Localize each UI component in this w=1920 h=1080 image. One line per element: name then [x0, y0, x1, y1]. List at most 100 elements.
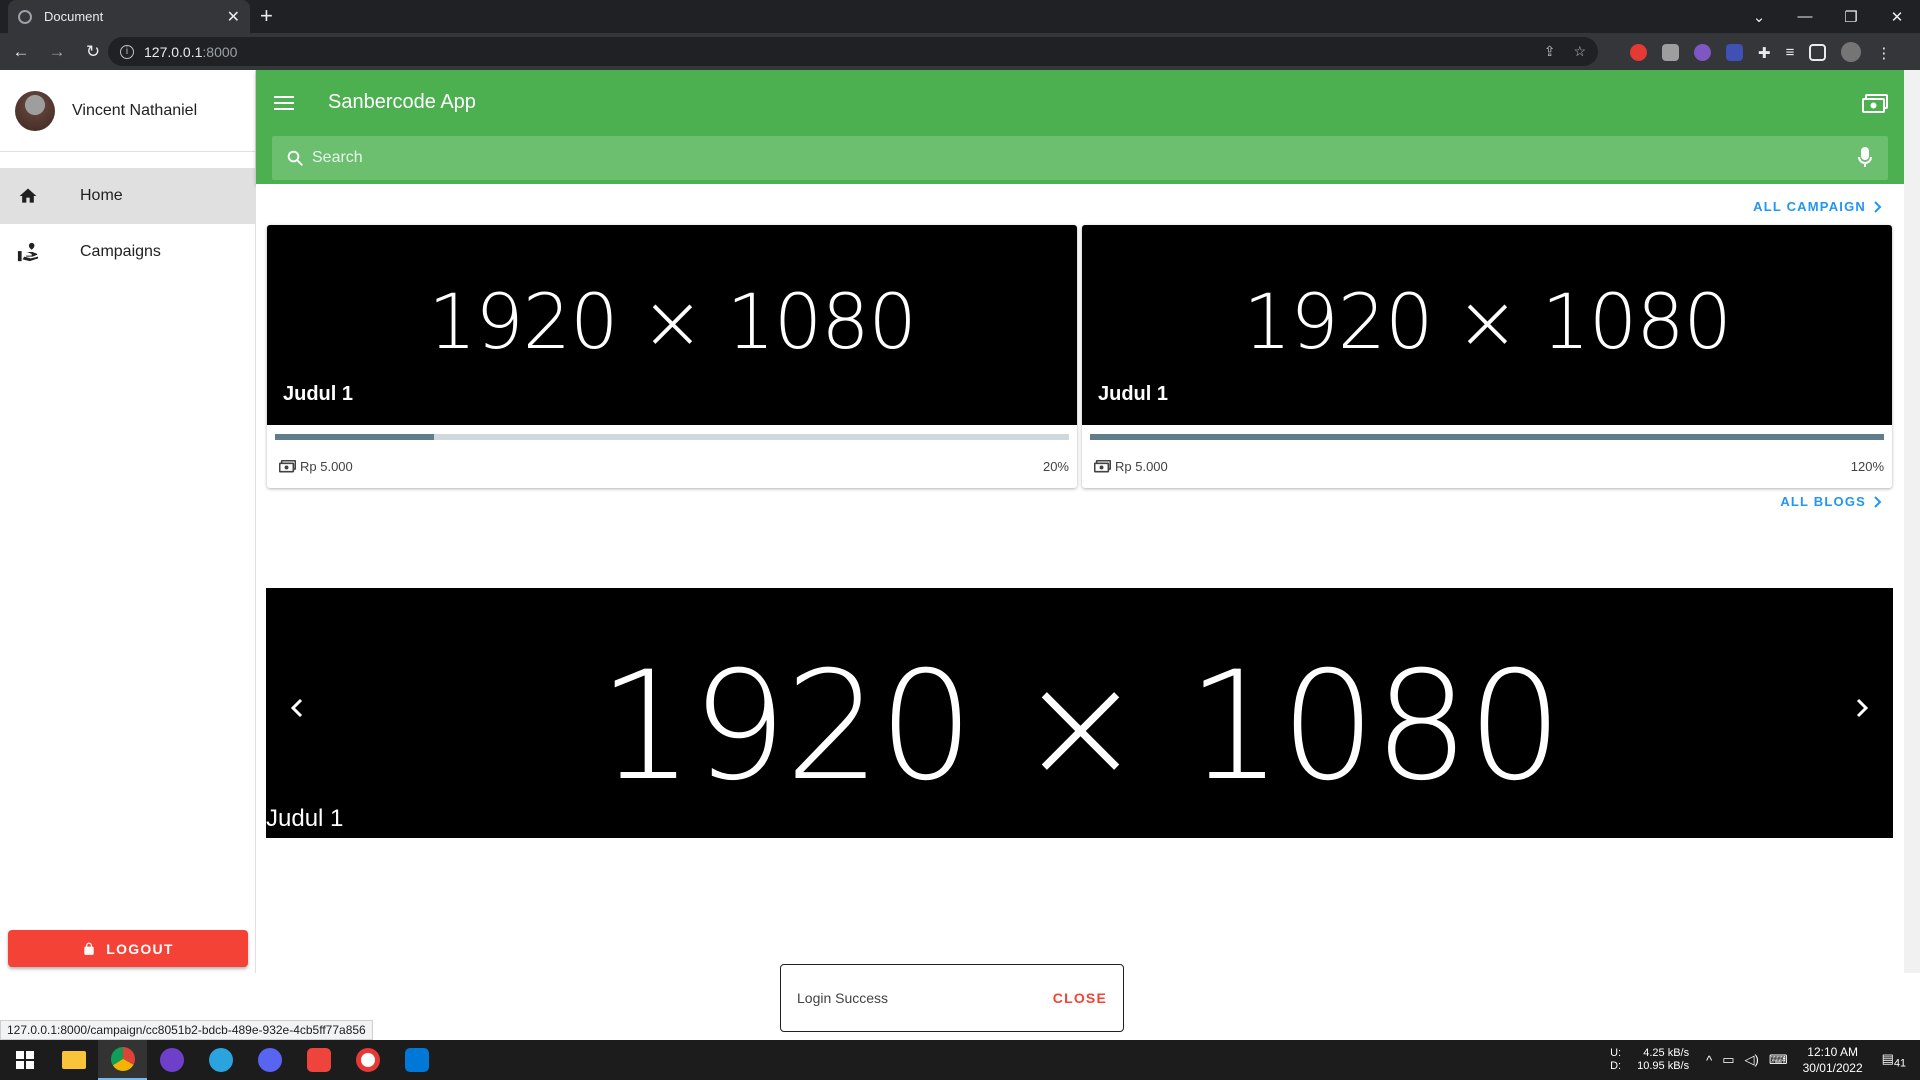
reading-list-icon[interactable]: ≡ — [1786, 44, 1795, 61]
logout-button[interactable]: LOGOUT — [8, 930, 248, 967]
close-window-button[interactable]: ✕ — [1874, 8, 1920, 26]
address-bar[interactable]: i 127.0.0.1 :8000 ⇪ ☆ — [108, 37, 1598, 66]
carousel-prev-button[interactable] — [290, 698, 304, 718]
bookmark-star-icon[interactable]: ☆ — [1573, 43, 1586, 60]
windows-start-button[interactable] — [0, 1040, 49, 1080]
login-snackbar: Login Success CLOSE — [780, 964, 1124, 1032]
extension-purple-icon[interactable] — [1694, 43, 1711, 61]
telegram-icon[interactable] — [196, 1040, 245, 1080]
navigation-drawer: Vincent Nathaniel Home Campaigns LOGOUT — [0, 70, 256, 973]
extensions-bar: ✚ ≡ ⋮ — [1630, 42, 1891, 62]
campaign-percentage: 20% — [1042, 459, 1069, 474]
cash-icon[interactable] — [1862, 94, 1888, 114]
profile-avatar-icon[interactable] — [1841, 42, 1862, 62]
file-explorer-icon[interactable] — [49, 1040, 98, 1080]
sidebar-item-label: Home — [80, 187, 123, 204]
screen-recorder-icon[interactable] — [343, 1040, 392, 1080]
upload-label: U: — [1610, 1047, 1622, 1059]
minimize-button[interactable]: — — [1782, 8, 1828, 25]
cash-icon — [279, 460, 296, 473]
network-icon[interactable]: ▭ — [1722, 1052, 1734, 1068]
url-host: 127.0.0.1 — [144, 43, 203, 60]
volume-icon[interactable]: ◁) — [1745, 1052, 1759, 1068]
sidebar-item-label: Campaigns — [80, 243, 161, 260]
network-speed: U: 4.25 kB/s D: 10.95 kB/s — [1610, 1047, 1689, 1073]
url-port: :8000 — [202, 43, 238, 60]
share-icon[interactable]: ⇪ — [1544, 43, 1556, 60]
globe-icon — [18, 9, 32, 24]
all-campaign-label: ALL CAMPAIGN — [1753, 199, 1866, 214]
search-icon — [286, 149, 304, 167]
blog-title: Judul 1 — [266, 805, 344, 832]
hamburger-menu-icon[interactable] — [274, 94, 296, 112]
page-scrollbar[interactable] — [1904, 70, 1920, 973]
extension-red-icon[interactable] — [1630, 43, 1647, 61]
logout-label: LOGOUT — [106, 940, 174, 957]
forward-button[interactable]: → — [42, 42, 72, 62]
image-placeholder-text: 1920 × 1080 — [428, 277, 917, 366]
download-speed: 10.95 kB/s — [1637, 1060, 1690, 1072]
campaign-title: Judul 1 — [1098, 383, 1169, 405]
clock-time: 12:10 AM — [1807, 1045, 1858, 1059]
browser-toolbar: ← → ↻ i 127.0.0.1 :8000 ⇪ ☆ ✚ ≡ ⋮ — [0, 33, 1920, 70]
campaign-title: Judul 1 — [283, 383, 354, 405]
campaign-image: 1920 × 1080 Judul 1 — [1082, 225, 1892, 425]
github-desktop-icon[interactable] — [147, 1040, 196, 1080]
menu-kebab-icon[interactable]: ⋮ — [1876, 44, 1891, 62]
cash-icon — [1094, 460, 1111, 473]
anydesk-icon[interactable] — [294, 1040, 343, 1080]
vscode-icon[interactable] — [392, 1040, 441, 1080]
reload-button[interactable]: ↻ — [78, 42, 108, 62]
discord-icon[interactable] — [245, 1040, 294, 1080]
browser-tab-strip: Document ✕ + ⌄ — ❐ ✕ — [0, 0, 1920, 33]
new-tab-button[interactable]: + — [260, 3, 273, 29]
restore-button[interactable]: ❐ — [1828, 8, 1874, 26]
campaign-card[interactable]: 1920 × 1080 Judul 1 Rp 5.000 120% — [1082, 225, 1892, 488]
campaign-amount: Rp 5.000 — [300, 459, 353, 474]
chrome-icon[interactable] — [98, 1040, 147, 1080]
snackbar-close-button[interactable]: CLOSE — [1053, 990, 1107, 1006]
chevron-right-icon — [1874, 200, 1882, 213]
puzzle-icon[interactable]: ✚ — [1758, 44, 1771, 62]
image-placeholder-text: 1920 × 1080 — [1243, 277, 1732, 366]
search-bar[interactable]: Search — [272, 136, 1888, 180]
download-label: D: — [1610, 1060, 1622, 1072]
notification-center-icon[interactable]: ▤41 — [1882, 1051, 1906, 1070]
progress-fill — [1090, 434, 1884, 440]
user-name: Vincent Nathaniel — [72, 101, 198, 119]
campaign-card[interactable]: 1920 × 1080 Judul 1 Rp 5.000 20% — [267, 225, 1077, 488]
campaign-meta: Rp 5.000 120% — [1094, 459, 1884, 474]
blog-carousel[interactable]: 1920 × 1080 Judul 1 — [266, 588, 1893, 838]
site-info-icon[interactable]: i — [120, 44, 134, 59]
side-panel-icon[interactable] — [1809, 43, 1827, 61]
home-icon — [16, 186, 40, 206]
sidebar-item-campaigns[interactable]: Campaigns — [0, 224, 255, 280]
taskbar-apps — [0, 1040, 441, 1080]
extension-blue-icon[interactable] — [1726, 43, 1743, 61]
lock-icon — [82, 941, 96, 957]
tab-close-button[interactable]: ✕ — [227, 7, 240, 27]
sidebar-item-home[interactable]: Home — [0, 168, 255, 224]
tab-search-icon[interactable]: ⌄ — [1736, 8, 1782, 26]
drawer-spacer — [0, 152, 255, 168]
back-button[interactable]: ← — [6, 42, 36, 62]
tab-title: Document — [44, 9, 104, 24]
clock-date: 30/01/2022 — [1802, 1061, 1863, 1075]
carousel-next-button[interactable] — [1855, 698, 1869, 718]
notification-count: 41 — [1893, 1057, 1906, 1070]
extension-gray-icon[interactable] — [1662, 43, 1679, 61]
upload-speed: 4.25 kB/s — [1643, 1047, 1690, 1059]
all-campaign-link[interactable]: ALL CAMPAIGN — [1753, 199, 1882, 214]
browser-tab[interactable]: Document ✕ — [8, 0, 250, 33]
image-placeholder-text: 1920 × 1080 — [598, 640, 1563, 814]
microphone-icon[interactable] — [1858, 147, 1872, 169]
app-root: Vincent Nathaniel Home Campaigns LOGOUT … — [0, 70, 1920, 973]
search-input[interactable]: Search — [312, 149, 363, 167]
os-taskbar: U: 4.25 kB/s D: 10.95 kB/s ^ ▭ ◁) ⌨ 12:10 … — [0, 1040, 1920, 1080]
chevron-up-icon[interactable]: ^ — [1706, 1053, 1712, 1068]
all-blogs-link[interactable]: ALL BLOGS — [1780, 494, 1882, 509]
keyboard-icon[interactable]: ⌨ — [1769, 1052, 1788, 1068]
system-tray: U: 4.25 kB/s D: 10.95 kB/s ^ ▭ ◁) ⌨ 12:10 … — [1610, 1040, 1920, 1080]
campaigns-icon — [16, 241, 40, 263]
taskbar-clock[interactable]: 12:10 AM 30/01/2022 — [1803, 1044, 1863, 1076]
